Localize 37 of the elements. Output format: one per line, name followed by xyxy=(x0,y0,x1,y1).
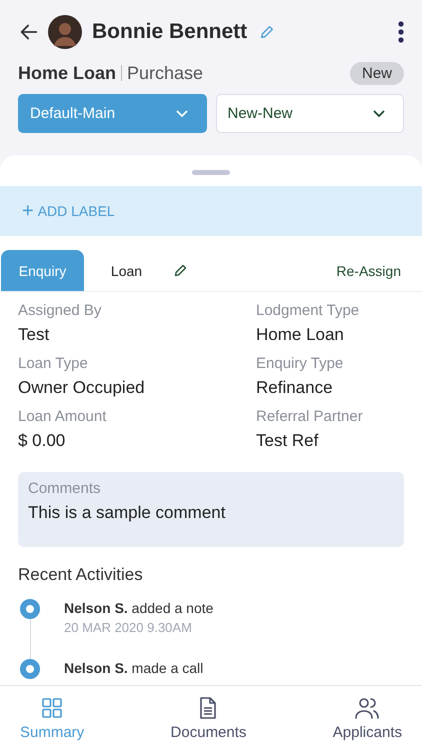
field-label: Referral Partner xyxy=(256,408,364,425)
people-icon xyxy=(354,696,380,720)
activity-text: Nelson S. added a note xyxy=(64,600,214,616)
field-label: Loan Amount xyxy=(18,408,108,425)
tab[interactable]: Loan xyxy=(85,250,168,291)
reassign-link[interactable]: Re-Assign xyxy=(336,262,401,278)
comments-label: Comments xyxy=(28,480,101,497)
field-value: $ 0.00 xyxy=(18,431,66,451)
field-label: Lodgment Type xyxy=(256,302,360,319)
loan-purpose: Purchase xyxy=(127,62,204,84)
nav-tab[interactable]: Documents xyxy=(156,686,260,750)
activity-text: Nelson S. made a call xyxy=(64,660,204,676)
comment-text: This is a sample comment xyxy=(28,503,226,523)
contact-name: Bonnie Bennett xyxy=(92,20,248,44)
timeline-dot-icon xyxy=(20,659,40,679)
timeline-dot-icon xyxy=(20,599,40,619)
field-value: Owner Occupied xyxy=(18,378,146,398)
chevron-icon xyxy=(176,110,188,118)
more-icon[interactable] xyxy=(398,21,404,43)
field-label: Assigned By xyxy=(18,302,102,319)
section-title: Recent Activities xyxy=(18,565,144,585)
chevron-icon xyxy=(373,110,385,118)
dropdown[interactable]: New-New xyxy=(216,94,404,133)
field-value: Test Ref xyxy=(256,431,320,451)
field-value: Home Loan xyxy=(256,325,345,345)
loan-type: Home Loan xyxy=(18,62,116,84)
activity-time: 20 MAR 2020 9.30AM xyxy=(64,620,193,635)
field-value: Test xyxy=(18,325,50,345)
status-badge: New xyxy=(350,62,404,84)
avatar-icon xyxy=(48,15,82,49)
drag-handle[interactable] xyxy=(192,170,230,175)
grid-icon xyxy=(40,696,64,720)
nav-tab[interactable]: Applicants xyxy=(318,686,416,750)
field-label: Loan Type xyxy=(18,355,89,372)
pencil-icon[interactable] xyxy=(173,263,188,278)
field-label: Enquiry Type xyxy=(256,355,344,372)
field-value: Refinance xyxy=(256,378,334,398)
